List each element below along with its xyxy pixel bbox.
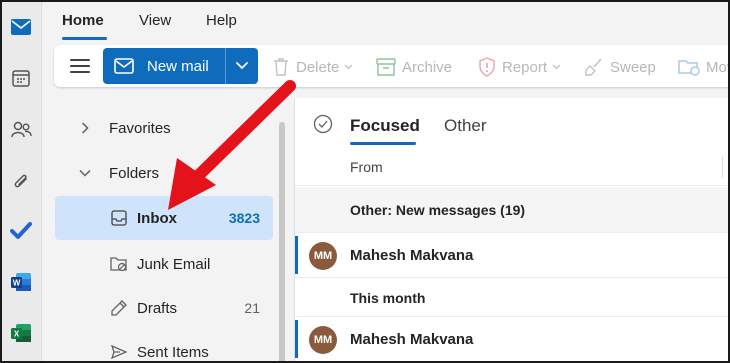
todo-icon[interactable]	[2, 213, 40, 249]
report-label: Report	[502, 58, 548, 76]
new-mail-button[interactable]: New mail	[103, 48, 224, 84]
column-from[interactable]: From	[350, 159, 383, 175]
tab-focused-underline	[350, 142, 416, 145]
calendar-icon[interactable]	[2, 60, 40, 96]
folder-label: Junk Email	[137, 255, 211, 273]
chevron-down-icon	[344, 64, 353, 70]
folder-move-icon	[678, 60, 700, 76]
tab-help[interactable]: Help	[206, 12, 237, 29]
move-label: Mov	[706, 58, 728, 76]
chevron-right-icon	[75, 122, 95, 134]
message-sender: Mahesh Makvana	[350, 247, 474, 264]
message-list: Focused Other From Other: New messages (…	[294, 98, 728, 361]
message-sender: Mahesh Makvana	[350, 331, 474, 348]
select-all-checkmark-icon[interactable]	[313, 114, 333, 139]
item-count: 21	[244, 300, 260, 316]
word-icon[interactable]: W	[2, 264, 40, 300]
other-new-messages-label: Other: New messages (19)	[350, 201, 526, 218]
delete-button[interactable]: Delete	[272, 56, 353, 78]
chevron-down-icon	[236, 62, 248, 70]
column-divider	[722, 156, 723, 178]
envelope-icon	[114, 58, 134, 74]
column-header-row: From	[295, 148, 728, 186]
new-mail-dropdown-button[interactable]	[226, 48, 258, 84]
folder-label: Inbox	[137, 209, 177, 227]
trash-icon	[274, 58, 288, 76]
sweep-label: Sweep	[610, 58, 656, 76]
ribbon-toolbar: New mail Delete Archive Report Sweep Mo	[54, 45, 728, 87]
message-item[interactable]: MM Mahesh Makvana	[295, 234, 728, 278]
tab-view[interactable]: View	[139, 12, 171, 29]
group-header-this-month: This month	[295, 279, 728, 317]
message-list-header: Focused Other	[295, 98, 728, 148]
shield-warning-icon	[479, 57, 495, 77]
folders-label: Folders	[109, 164, 160, 182]
svg-text:X: X	[14, 330, 20, 339]
folder-pane: Favorites Folders Inbox 3823 Junk Email	[42, 102, 292, 361]
archive-label: Archive	[402, 58, 453, 76]
message-item[interactable]: MM Mahesh Makvana	[295, 318, 728, 361]
broom-icon	[585, 58, 602, 76]
unread-count: 3823	[228, 210, 260, 226]
favorites-group[interactable]: Favorites	[55, 108, 273, 148]
favorites-label: Favorites	[109, 119, 171, 137]
tab-focused[interactable]: Focused	[350, 116, 420, 136]
folder-item-sent-items[interactable]: Sent Items	[55, 330, 273, 361]
hamburger-menu-icon[interactable]	[70, 58, 90, 74]
people-icon[interactable]	[2, 111, 40, 147]
tab-home[interactable]: Home	[62, 12, 104, 29]
sweep-button[interactable]: Sweep	[584, 56, 656, 78]
unread-indicator	[295, 320, 298, 358]
unread-indicator	[295, 236, 298, 274]
new-mail-button-group: New mail	[103, 48, 258, 84]
archive-button[interactable]: Archive	[376, 56, 452, 78]
outlook-window: W X Home View Help New mail Delete Archi…	[0, 0, 730, 363]
drafts-icon	[109, 300, 129, 316]
avatar: MM	[309, 241, 337, 270]
folder-item-drafts[interactable]: Drafts 21	[55, 286, 273, 330]
chevron-down-icon	[552, 64, 561, 70]
folder-item-junk-email[interactable]: Junk Email	[55, 242, 273, 286]
tab-other[interactable]: Other	[444, 116, 487, 136]
chevron-down-icon	[75, 169, 95, 177]
group-header-label: This month	[350, 289, 426, 306]
folders-group[interactable]: Folders	[55, 153, 273, 193]
avatar: MM	[309, 325, 337, 354]
excel-icon[interactable]: X	[2, 315, 40, 351]
mail-icon[interactable]	[2, 9, 40, 45]
svg-text:W: W	[13, 279, 21, 288]
inbox-icon	[109, 210, 129, 226]
move-button[interactable]: Mov	[678, 56, 728, 78]
folder-label: Sent Items	[137, 343, 209, 361]
junk-icon	[109, 256, 129, 272]
folder-pane-scrollbar[interactable]	[279, 122, 285, 361]
folder-label: Drafts	[137, 299, 178, 317]
ribbon-tabs: Home View Help	[42, 2, 728, 42]
tab-home-underline	[62, 37, 107, 40]
attachment-icon[interactable]	[2, 163, 40, 199]
folder-item-inbox[interactable]: Inbox 3823	[55, 196, 273, 240]
report-button[interactable]: Report	[478, 56, 561, 78]
archive-icon	[376, 58, 396, 76]
new-mail-label: New mail	[147, 57, 209, 75]
delete-label: Delete	[296, 58, 340, 76]
other-new-messages-banner[interactable]: Other: New messages (19)	[295, 187, 728, 233]
app-rail: W X	[2, 2, 42, 361]
sent-icon	[109, 344, 129, 360]
